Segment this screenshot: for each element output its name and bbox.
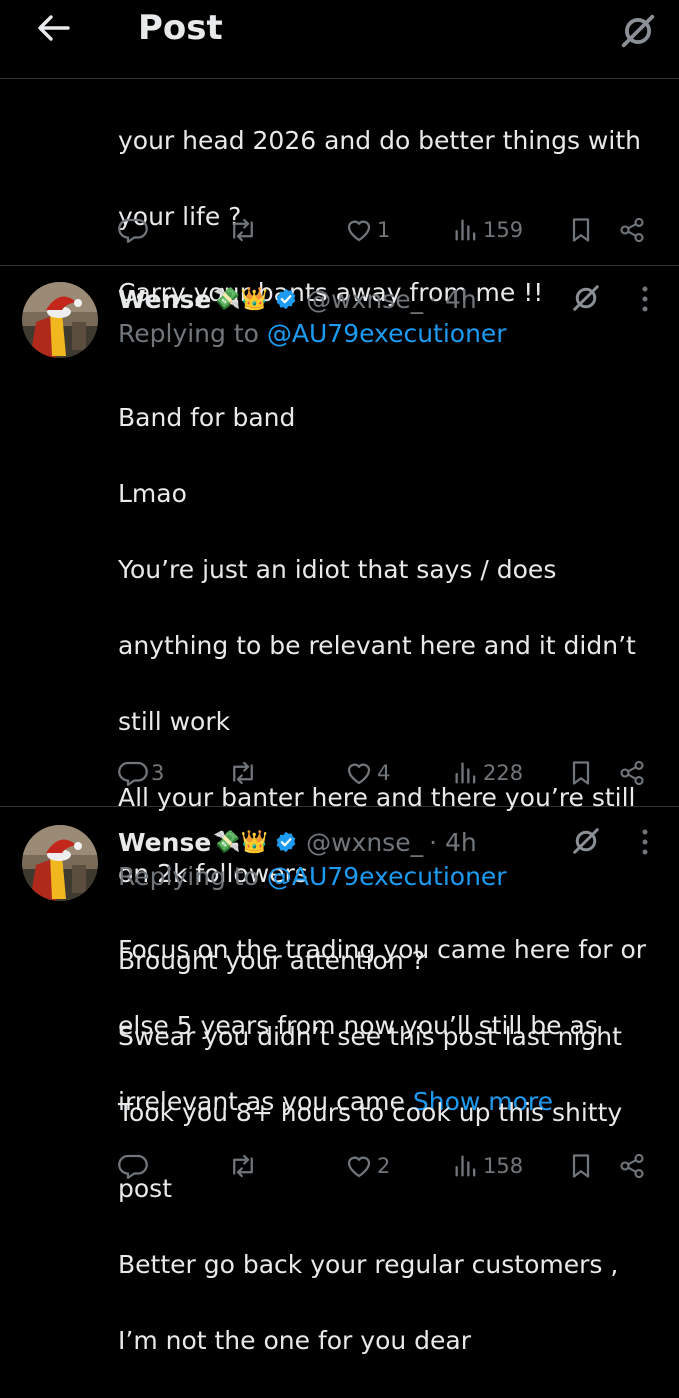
tweet-2-line: Band for band xyxy=(118,403,296,432)
grok-icon[interactable] xyxy=(619,12,657,50)
author-handle[interactable]: @wxnse_ xyxy=(306,285,423,314)
author-name[interactable]: Wense xyxy=(118,285,211,314)
grok-icon[interactable] xyxy=(571,826,601,856)
share-icon xyxy=(618,759,646,787)
tweet-3-line: Swear you didn’t see this post last nigh… xyxy=(118,1022,622,1051)
share-button[interactable] xyxy=(618,1148,646,1184)
page-title: Post xyxy=(138,8,223,48)
views-count: 228 xyxy=(483,761,524,785)
mention-link[interactable]: @AU79executioner xyxy=(267,319,507,348)
like-icon xyxy=(344,215,374,245)
tweet-3-line: Took you 8+ hours to cook up this shitty xyxy=(118,1098,623,1127)
share-icon xyxy=(618,216,646,244)
author-emoji: 💸👑 xyxy=(213,829,269,855)
retweet-button[interactable] xyxy=(228,1148,261,1184)
bookmark-button[interactable] xyxy=(567,212,595,248)
reply-icon xyxy=(118,1151,148,1181)
views-button[interactable]: 228 xyxy=(452,755,523,791)
author-emoji: 💸👑 xyxy=(213,286,269,312)
bookmark-icon xyxy=(567,759,595,787)
tweet-2-author-row: Wense 💸👑 @wxnse_ · 4h xyxy=(118,281,477,317)
like-button[interactable]: 4 xyxy=(344,755,390,791)
avatar[interactable] xyxy=(22,282,98,358)
reply-icon xyxy=(118,758,148,788)
views-icon xyxy=(452,1152,480,1180)
author-name[interactable]: Wense xyxy=(118,828,211,857)
like-button[interactable]: 1 xyxy=(344,212,390,248)
reply-button[interactable]: 3 xyxy=(118,755,164,791)
replying-to: Replying to @AU79executioner xyxy=(118,862,507,891)
tweet-2-line: Lmao xyxy=(118,479,187,508)
share-button[interactable] xyxy=(618,212,646,248)
tweet-3-line: Better go back your regular customers , xyxy=(118,1250,619,1279)
more-icon[interactable] xyxy=(641,827,649,857)
tweet-2-line: You’re just an idiot that says / does xyxy=(118,555,557,584)
more-icon[interactable] xyxy=(641,284,649,314)
tweet-1-actions: 1 159 xyxy=(118,212,658,248)
like-icon xyxy=(344,1151,374,1181)
tweet-2-line: anything to be relevant here and it didn… xyxy=(118,631,636,660)
tweet-3-author-row: Wense 💸👑 @wxnse_ · 4h xyxy=(118,824,477,860)
share-icon xyxy=(618,1152,646,1180)
like-count: 4 xyxy=(377,761,391,785)
like-icon xyxy=(344,758,374,788)
tweet-3-line: Brought your attention ? xyxy=(118,946,425,975)
retweet-icon xyxy=(228,758,258,788)
author-handle[interactable]: @wxnse_ xyxy=(306,828,423,857)
mention-link[interactable]: @AU79executioner xyxy=(267,862,507,891)
like-count: 1 xyxy=(377,218,391,242)
tweet-3-line: I’m not the one for you dear xyxy=(118,1326,472,1355)
reply-button[interactable] xyxy=(118,1148,151,1184)
reply-count: 3 xyxy=(151,761,165,785)
tweet-2-actions: 3 4 228 xyxy=(118,755,658,791)
tweet-3-actions: 2 158 xyxy=(118,1148,658,1184)
bookmark-button[interactable] xyxy=(567,1148,595,1184)
bookmark-icon xyxy=(567,1152,595,1180)
verified-badge-icon[interactable] xyxy=(274,287,298,311)
back-arrow-icon[interactable] xyxy=(36,10,72,46)
tweet-3[interactable]: Wense 💸👑 @wxnse_ · 4h Replying to @AU79e… xyxy=(0,807,679,1355)
views-count: 158 xyxy=(483,1154,524,1178)
tweet-2[interactable]: Wense 💸👑 @wxnse_ · 4h Replying to @AU79e… xyxy=(0,266,679,1116)
views-icon xyxy=(452,759,480,787)
views-icon xyxy=(452,216,480,244)
top-bar: Post xyxy=(0,0,679,79)
timestamp[interactable]: · 4h xyxy=(429,828,477,857)
retweet-icon xyxy=(228,1151,258,1181)
views-count: 159 xyxy=(483,218,524,242)
share-button[interactable] xyxy=(618,755,646,791)
views-button[interactable]: 159 xyxy=(452,212,523,248)
replying-to: Replying to @AU79executioner xyxy=(118,319,507,348)
retweet-button[interactable] xyxy=(228,755,261,791)
reply-button[interactable] xyxy=(118,212,151,248)
reply-icon xyxy=(118,215,148,245)
tweet-1-line: your head 2026 and do better things with xyxy=(118,126,641,155)
like-button[interactable]: 2 xyxy=(344,1148,390,1184)
verified-badge-icon[interactable] xyxy=(274,830,298,854)
views-button[interactable]: 158 xyxy=(452,1148,523,1184)
like-count: 2 xyxy=(377,1154,391,1178)
bookmark-button[interactable] xyxy=(567,755,595,791)
retweet-button[interactable] xyxy=(228,212,261,248)
bookmark-icon xyxy=(567,216,595,244)
retweet-icon xyxy=(228,215,258,245)
timestamp[interactable]: · 4h xyxy=(429,285,477,314)
avatar[interactable] xyxy=(22,825,98,901)
grok-icon[interactable] xyxy=(571,283,601,313)
tweet-2-line: still work xyxy=(118,707,231,736)
